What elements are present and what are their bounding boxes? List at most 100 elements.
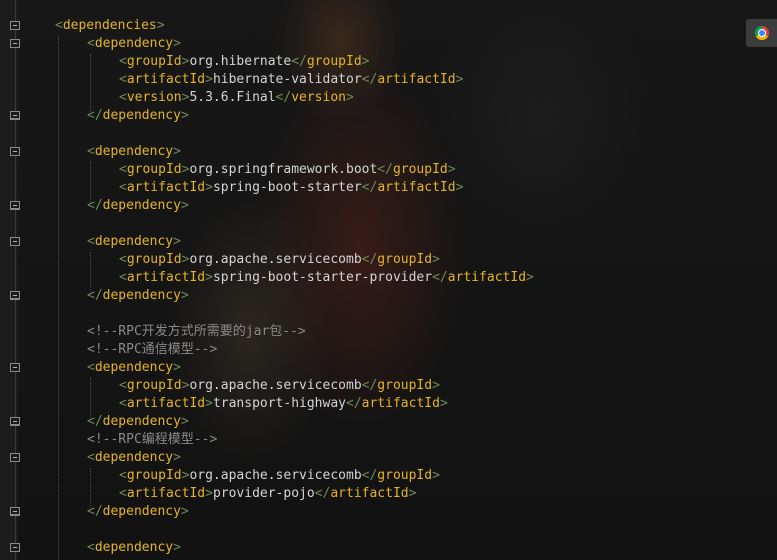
tag-bracket: </ (87, 288, 103, 303)
tag-bracket: </ (87, 108, 103, 123)
tag-bracket: </ (314, 486, 331, 501)
tag-bracket: < (87, 450, 95, 465)
tag-name: dependency (94, 540, 174, 555)
code-line[interactable]: <artifactId>hibernate-validator</artifac… (119, 71, 463, 89)
tag-bracket: < (87, 540, 95, 555)
code-line[interactable]: <dependency> (87, 359, 181, 377)
tag-bracket: </ (361, 180, 378, 195)
fold-marker-icon[interactable] (10, 291, 20, 300)
tag-name: groupId (377, 468, 433, 483)
tag-name: artifactId (377, 72, 456, 87)
fold-marker-icon[interactable] (10, 507, 20, 516)
tag-bracket: > (180, 198, 189, 213)
code-line[interactable]: </dependency> (87, 287, 189, 305)
element-text: org.springframework.boot (189, 162, 378, 177)
code-line[interactable]: <groupId>org.apache.servicecomb</groupId… (119, 377, 440, 395)
code-line[interactable]: <!--RPC通信模型--> (87, 341, 217, 359)
tag-name: dependency (102, 504, 181, 519)
tag-bracket: > (180, 288, 189, 303)
tag-name: version (126, 90, 182, 105)
tag-bracket: > (173, 540, 181, 555)
tag-bracket: > (205, 180, 213, 195)
tag-bracket: < (119, 270, 127, 285)
tag-bracket: < (119, 486, 127, 501)
tag-bracket: > (439, 396, 448, 411)
code-line[interactable]: <groupId>org.apache.servicecomb</groupId… (119, 467, 440, 485)
tag-name: dependency (94, 360, 174, 375)
open-in-browser-button[interactable] (746, 19, 777, 47)
tag-name: groupId (126, 252, 182, 267)
gutter-line (15, 0, 16, 560)
fold-marker-icon[interactable] (10, 39, 20, 48)
tag-name: groupId (126, 54, 182, 69)
tag-bracket: > (180, 108, 189, 123)
tag-name: artifactId (126, 180, 206, 195)
tag-bracket: </ (346, 396, 362, 411)
tag-bracket: > (173, 360, 181, 375)
element-text: org.apache.servicecomb (189, 252, 362, 267)
code-line[interactable]: <artifactId>spring-boot-starter-provider… (119, 269, 534, 287)
fold-marker-icon[interactable] (10, 453, 20, 462)
element-text: 5.3.6.Final (189, 90, 276, 105)
code-line[interactable]: <!--RPC编程模型--> (87, 431, 217, 449)
tag-bracket: > (173, 234, 181, 249)
tag-name: artifactId (126, 486, 206, 501)
fold-marker-icon[interactable] (10, 543, 20, 552)
code-line[interactable]: <groupId>org.apache.servicecomb</groupId… (119, 251, 440, 269)
tag-bracket: > (173, 450, 181, 465)
code-line[interactable]: <version>5.3.6.Final</version> (119, 89, 354, 107)
fold-marker-icon[interactable] (10, 201, 20, 210)
tag-name: dependency (94, 234, 174, 249)
indent-guide (58, 36, 59, 560)
tag-bracket: < (119, 54, 127, 69)
element-text: hibernate-validator (212, 72, 362, 87)
tag-bracket: < (119, 72, 127, 87)
code-line[interactable]: <dependencies> (55, 17, 165, 35)
tag-bracket: </ (361, 72, 378, 87)
code-line[interactable]: <dependency> (87, 143, 181, 161)
tag-bracket: </ (361, 252, 378, 267)
xml-comment: <!--RPC通信模型--> (87, 342, 218, 357)
code-line[interactable]: </dependency> (87, 107, 189, 125)
code-line[interactable]: <groupId>org.hibernate</groupId> (119, 53, 369, 71)
code-line[interactable]: <dependency> (87, 449, 181, 467)
tag-name: groupId (392, 162, 448, 177)
code-line[interactable]: <dependency> (87, 539, 181, 557)
fold-marker-icon[interactable] (10, 237, 20, 246)
code-line[interactable]: <groupId>org.springframework.boot</group… (119, 161, 456, 179)
code-line[interactable]: </dependency> (87, 503, 189, 521)
tag-name: groupId (126, 162, 182, 177)
code-line[interactable]: <artifactId>spring-boot-starter</artifac… (119, 179, 463, 197)
tag-bracket: < (119, 468, 127, 483)
code-editor[interactable]: <dependencies> <dependency> <groupId>org.h… (0, 0, 777, 560)
tag-bracket: > (447, 162, 456, 177)
code-line[interactable]: </dependency> (87, 413, 189, 431)
fold-marker-icon[interactable] (10, 417, 20, 426)
fold-marker-icon[interactable] (10, 147, 20, 156)
tag-name: groupId (126, 468, 182, 483)
tag-bracket: < (87, 144, 95, 159)
tag-name: version (291, 90, 346, 105)
code-line[interactable]: <!--RPC开发方式所需要的jar包--> (87, 323, 306, 341)
fold-marker-icon[interactable] (10, 111, 20, 120)
xml-comment: <!--RPC开发方式所需要的jar包--> (87, 324, 306, 339)
tag-bracket: > (173, 36, 181, 51)
code-line[interactable]: <dependency> (87, 233, 181, 251)
tag-bracket: > (180, 504, 189, 519)
code-line[interactable]: <artifactId>transport-highway</artifactI… (119, 395, 448, 413)
element-text: spring-boot-starter-provider (212, 270, 433, 285)
element-text: spring-boot-starter (212, 180, 362, 195)
tag-bracket: < (87, 234, 95, 249)
fold-marker-icon[interactable] (10, 363, 20, 372)
fold-marker-icon[interactable] (10, 21, 20, 30)
code-line[interactable]: </dependency> (87, 197, 189, 215)
tag-bracket: > (361, 54, 370, 69)
tag-name: dependency (102, 108, 181, 123)
tag-bracket: < (119, 378, 127, 393)
tag-bracket: </ (275, 90, 292, 105)
code-line[interactable]: <dependency> (87, 35, 181, 53)
code-line[interactable]: <artifactId>provider-pojo</artifactId> (119, 485, 416, 503)
tag-name: artifactId (330, 486, 409, 501)
fold-gutter (0, 0, 20, 560)
element-text: transport-highway (212, 396, 346, 411)
